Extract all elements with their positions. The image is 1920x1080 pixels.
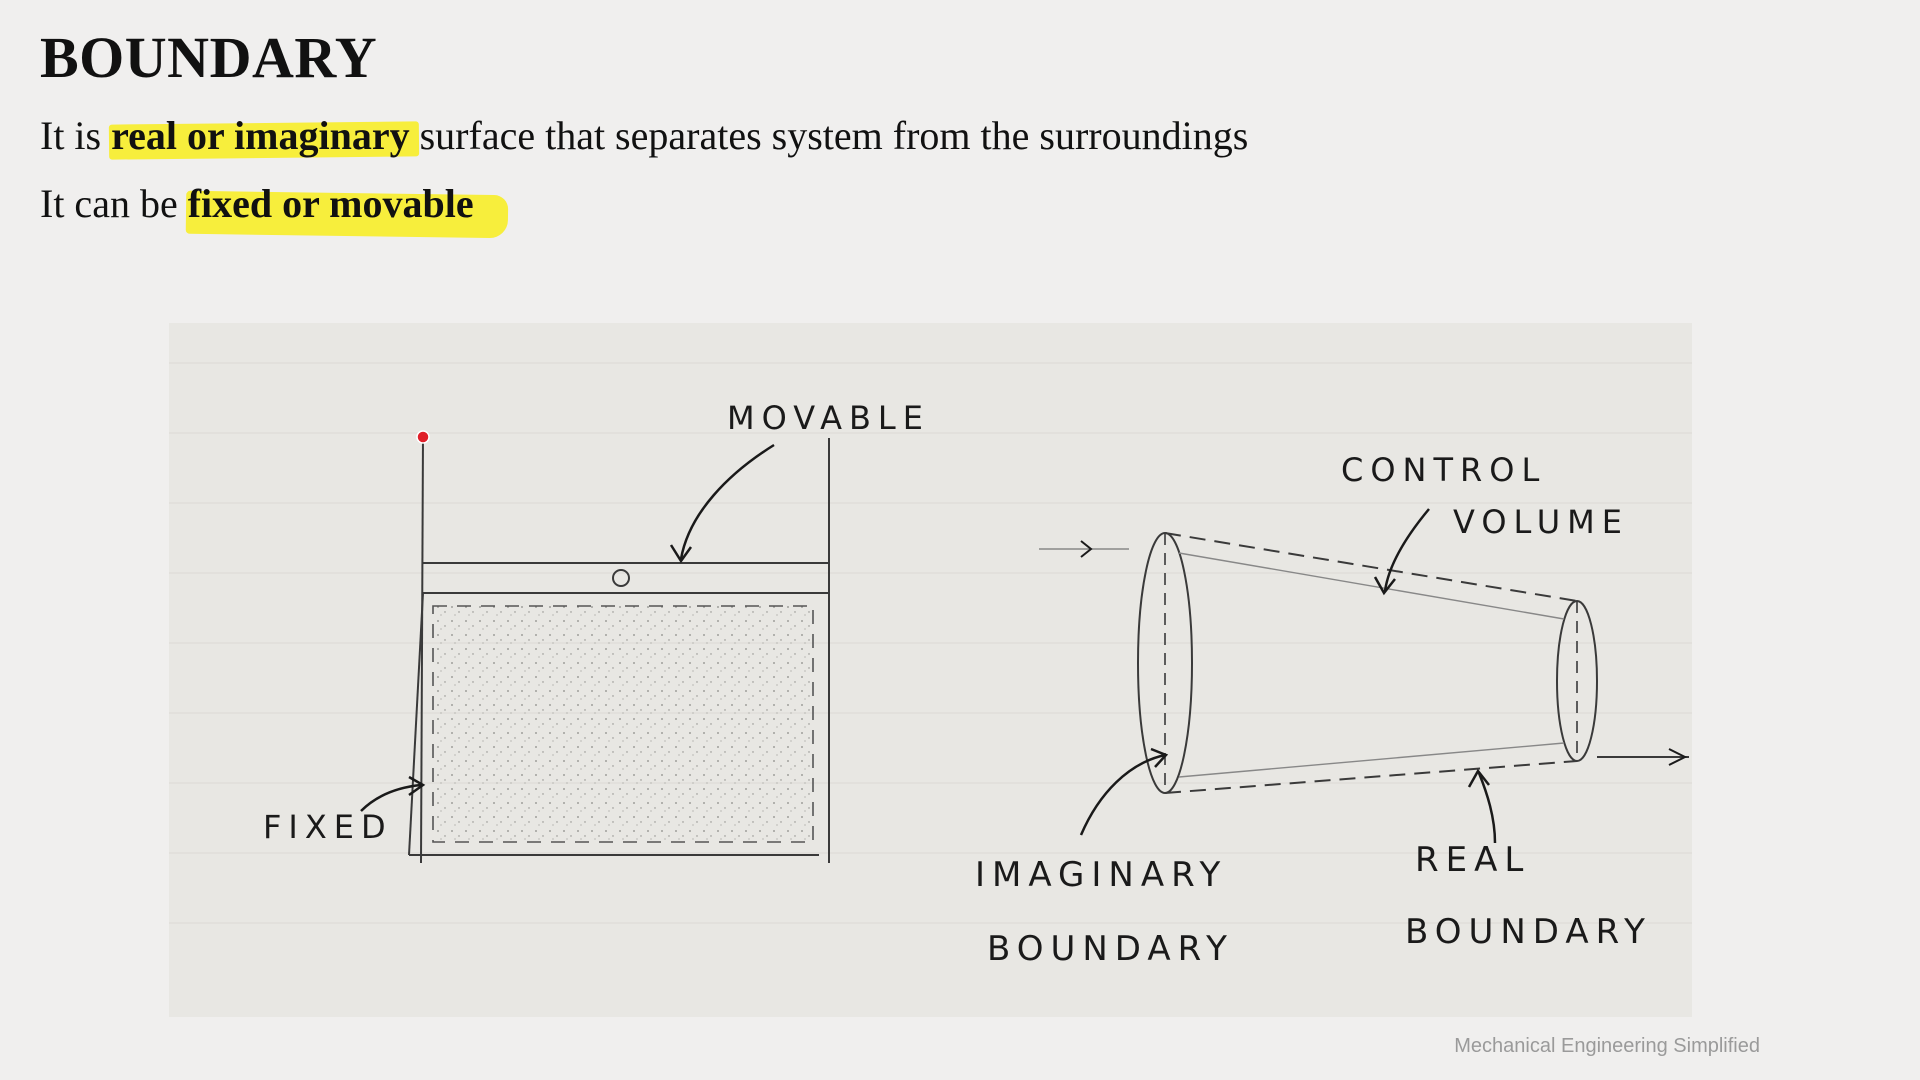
- label-movable: MOVABLE: [727, 399, 930, 437]
- highlighted-phrase-real-or-imaginary: real or imaginary: [111, 113, 410, 158]
- paper-lines: [169, 362, 1692, 924]
- label-imaginary: IMAGINARY: [975, 855, 1227, 895]
- imaginary-boundary-arrow: [1079, 753, 1166, 836]
- label-imaginary-boundary: BOUNDARY: [987, 929, 1234, 969]
- slide-title: BOUNDARY: [40, 25, 378, 90]
- boundary-sketch-drawing: MOVABLE FIXED CONTROL VOLUME IMAGINARY B…: [169, 362, 1692, 969]
- definition-suffix: surface that separates system from the s…: [409, 113, 1249, 158]
- label-control: CONTROL: [1341, 451, 1546, 489]
- tank-left-wall: [420, 434, 424, 864]
- highlighted-phrase-fixed-or-movable: fixed or movable: [187, 181, 474, 226]
- piston-pin: [612, 569, 630, 587]
- boundary-sketch-image: MOVABLE FIXED CONTROL VOLUME IMAGINARY B…: [169, 323, 1692, 1017]
- watermark: Mechanical Engineering Simplified: [1454, 1035, 1760, 1057]
- control-volume: [1039, 532, 1689, 794]
- property-line: It can be fixed or movable: [40, 180, 474, 227]
- lower-dashed-boundary: [1164, 760, 1578, 794]
- movable-arrow: [679, 443, 775, 560]
- label-fixed: FIXED: [263, 808, 393, 846]
- piston-tank: [408, 434, 830, 864]
- definition-line: It is real or imaginary surface that sep…: [40, 112, 1248, 159]
- upper-dashed-boundary: [1164, 532, 1578, 602]
- label-volume: VOLUME: [1453, 503, 1629, 541]
- property-prefix: It can be: [40, 181, 188, 226]
- label-real-boundary: BOUNDARY: [1405, 912, 1652, 952]
- system-dashed-region: [432, 605, 814, 843]
- control-volume-arrow: [1383, 508, 1430, 592]
- label-real: REAL: [1415, 840, 1530, 880]
- laser-pointer-dot: [416, 430, 430, 444]
- definition-prefix: It is: [40, 113, 112, 158]
